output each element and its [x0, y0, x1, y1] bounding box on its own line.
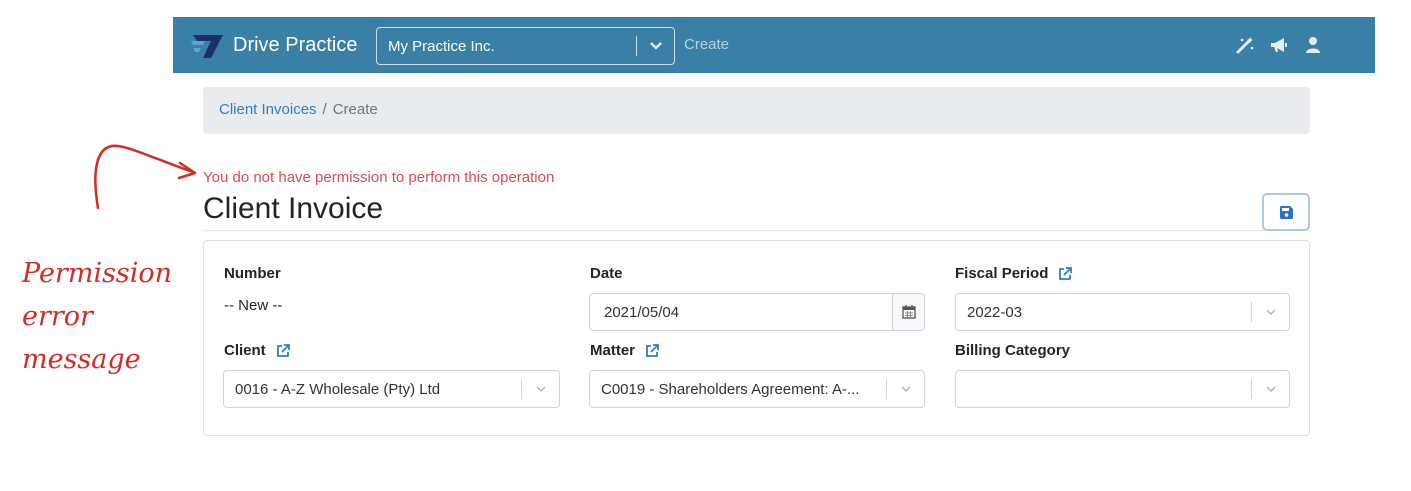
matter-select[interactable]: C0019 - Shareholders Agreement: A-... [589, 370, 925, 408]
date-picker-button[interactable] [892, 294, 924, 330]
annotation-line: error [22, 301, 93, 332]
invoice-form-card: Number -- New -- Date 2021/05/04 Fiscal … [203, 240, 1310, 436]
fiscal-period-select[interactable]: 2022-03 [955, 293, 1290, 331]
billing-category-label: Billing Category [955, 342, 1070, 359]
billing-category-label-text: Billing Category [955, 342, 1071, 359]
select-separator [886, 379, 887, 399]
annotation-text: Permission error message [22, 252, 172, 381]
chevron-down-icon [650, 42, 662, 50]
fiscal-period-label: Fiscal Period [955, 265, 1073, 282]
date-label: Date [590, 265, 623, 282]
user-icon[interactable] [1303, 35, 1323, 55]
select-separator [1251, 302, 1252, 322]
matter-select-value: C0019 - Shareholders Agreement: A-... [601, 381, 860, 398]
select-separator [1251, 379, 1252, 399]
external-link-icon[interactable] [1057, 266, 1073, 282]
chevron-down-icon [901, 386, 911, 392]
chevron-down-icon [536, 386, 546, 392]
chevron-down-icon [1266, 309, 1276, 315]
magic-wand-icon[interactable] [1235, 35, 1255, 55]
nav-icons [1235, 35, 1323, 55]
annotation-arrow-icon [94, 144, 197, 210]
client-select[interactable]: 0016 - A-Z Wholesale (Pty) Ltd [223, 370, 560, 408]
breadcrumb-separator: / [322, 101, 327, 118]
number-value: -- New -- [224, 297, 283, 314]
breadcrumb-current: Create [332, 101, 378, 118]
client-label: Client [224, 342, 291, 359]
floppy-disk-icon [1280, 206, 1293, 219]
page-title: Client Invoice [203, 192, 384, 225]
annotation-line: Permission [22, 258, 173, 289]
matter-label: Matter [590, 342, 660, 359]
number-label-text: Number [224, 265, 281, 282]
permission-error-message: You do not have permission to perform th… [203, 169, 555, 186]
billing-category-select[interactable] [955, 370, 1290, 408]
matter-label-text: Matter [590, 342, 636, 359]
megaphone-icon[interactable] [1269, 35, 1289, 55]
annotation-line: message [22, 344, 141, 375]
drive-practice-logo-icon [191, 35, 223, 58]
number-label: Number [224, 265, 281, 282]
nav-create-label: Create [684, 36, 730, 53]
title-divider [203, 230, 1310, 231]
practice-select-value: My Practice Inc. [388, 38, 495, 55]
breadcrumb: Client Invoices / Create [203, 87, 1310, 134]
select-separator [636, 36, 637, 56]
select-separator [521, 379, 522, 399]
client-select-value: 0016 - A-Z Wholesale (Pty) Ltd [235, 381, 441, 398]
top-navbar: Drive Practice My Practice Inc. Create [173, 17, 1375, 73]
fiscal-period-label-text: Fiscal Period [955, 265, 1049, 282]
external-link-icon[interactable] [275, 343, 291, 359]
chevron-down-icon [1266, 386, 1276, 392]
date-field[interactable]: 2021/05/04 [589, 293, 925, 331]
brand-name: Drive Practice [233, 33, 358, 56]
breadcrumb-client-invoices[interactable]: Client Invoices [219, 101, 317, 118]
date-field-value: 2021/05/04 [604, 304, 680, 321]
external-link-icon[interactable] [644, 343, 660, 359]
client-label-text: Client [224, 342, 266, 359]
brand[interactable]: Drive Practice [191, 27, 357, 63]
save-button[interactable] [1262, 193, 1310, 231]
fiscal-period-value: 2022-03 [967, 304, 1023, 321]
calendar-icon [902, 305, 916, 319]
practice-select[interactable]: My Practice Inc. [376, 27, 675, 65]
date-label-text: Date [590, 265, 623, 282]
